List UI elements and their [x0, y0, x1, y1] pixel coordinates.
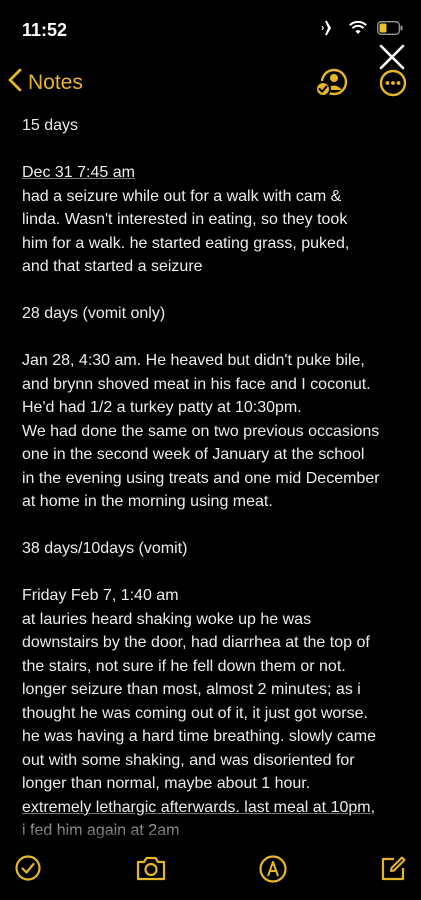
note-line: in the evening using treats and one mid … — [22, 469, 380, 487]
note-paragraph: 15 days — [22, 114, 406, 138]
note-line: 15 days — [22, 117, 79, 134]
note-line: one in the second week of January at the… — [22, 446, 365, 463]
compose-icon[interactable] — [378, 854, 408, 889]
back-chevron-icon — [8, 68, 28, 98]
note-paragraph: 38 days/10days (vomit) — [22, 537, 406, 561]
status-icons — [321, 20, 403, 41]
note-line: at lauries heard shaking woke up he was — [22, 610, 312, 628]
note-line: linda. Wasn't interested in eating, so t… — [22, 211, 348, 228]
note-paragraph: Dec 31 7:45 am had a seizure while out fo… — [22, 161, 406, 279]
note-line: thought he was coming out of it, it just… — [22, 704, 368, 722]
note-line: longer seizure than most, almost 2 minut… — [22, 681, 361, 698]
note-body[interactable]: 15 days Dec 31 7:45 am had a seizure while… — [22, 114, 406, 842]
share-person-icon[interactable] — [315, 68, 349, 103]
note-line: longer than normal, maybe about 1 hour. — [22, 775, 311, 792]
note-line: We had done the same on two previous occ… — [22, 422, 380, 440]
status-time: 11:52 — [22, 20, 68, 40]
note-line: 28 days (vomit only) — [22, 305, 166, 322]
note-line: had a seizure while out for a walk with … — [22, 187, 342, 205]
note-line: at home in the morning using meat. — [22, 493, 273, 510]
nav-bar: Notes — [0, 58, 421, 110]
close-icon[interactable] — [379, 44, 405, 75]
bottom-toolbar — [0, 842, 421, 900]
note-paragraph: 28 days (vomit only) — [22, 302, 406, 326]
note-line: him for a walk. he started eating grass,… — [22, 234, 350, 252]
markup-pen-icon[interactable] — [258, 854, 288, 889]
note-line: and that started a seizure — [22, 258, 203, 275]
camera-icon[interactable] — [135, 854, 167, 887]
back-button[interactable]: Notes — [8, 68, 83, 98]
note-line: the stairs, not sure if he fell down the… — [22, 657, 346, 675]
note-line: Jan 28, 4:30 am. He heaved but didn't pu… — [22, 352, 365, 369]
note-paragraph: Friday Feb 7, 1:40 am at lauries heard sh… — [22, 584, 406, 842]
note-line: and brynn shoved meat in his face and I … — [22, 375, 371, 393]
status-bar: 11:52 — [0, 0, 421, 58]
note-line: Dec 31 7:45 am — [22, 164, 135, 181]
note-line: Friday Feb 7, 1:40 am — [22, 587, 179, 604]
checklist-icon[interactable] — [14, 854, 42, 887]
note-line: he was having a hard time breathing. slo… — [22, 728, 376, 745]
back-label: Notes — [28, 71, 83, 94]
note-line: He'd had 1/2 a turkey patty at 10:30pm. — [22, 399, 302, 416]
airplane-icon — [321, 20, 339, 41]
note-line: 38 days/10days (vomit) — [22, 540, 188, 557]
battery-icon — [377, 21, 403, 40]
note-line: out with some shaking, and was disorient… — [22, 751, 355, 769]
note-line: downstairs by the door, had diarrhea at … — [22, 634, 370, 651]
wifi-icon — [349, 20, 367, 40]
note-paragraph: Jan 28, 4:30 am. He heaved but didn't pu… — [22, 349, 406, 514]
